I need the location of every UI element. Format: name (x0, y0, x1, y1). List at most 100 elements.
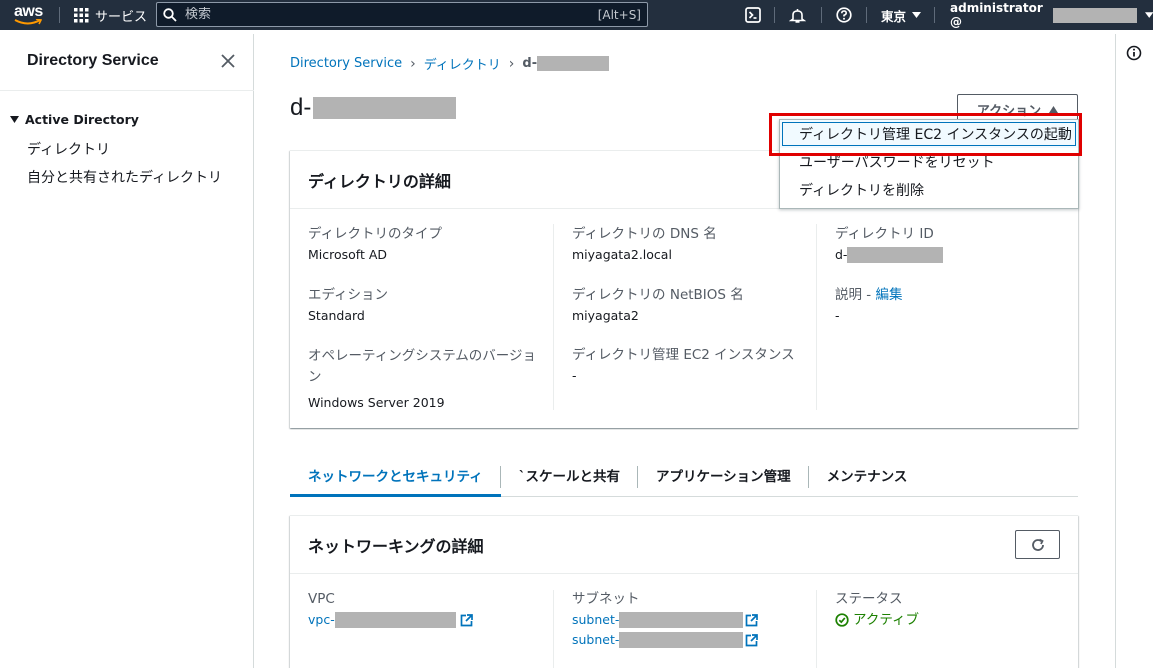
refresh-button[interactable] (1015, 530, 1060, 559)
networking-column-subnets: サブネット subnet- subnet- (572, 590, 817, 649)
info-icon[interactable] (1126, 45, 1142, 61)
status-badge: アクティブ (835, 611, 1080, 629)
grid-icon (74, 7, 89, 22)
external-link-icon (746, 633, 759, 646)
search-input[interactable] (185, 7, 598, 22)
ec2-instance-value: - (572, 368, 577, 383)
netbios-name-label: ディレクトリの NetBIOS 名 (572, 287, 744, 303)
account-menu[interactable]: administrator @ (950, 0, 1153, 30)
top-navigation-bar: aws サービス [Alt+S] 東京 administrator @ (0, 0, 1153, 30)
caret-down-icon (10, 116, 19, 123)
networking-column-vpc: VPC vpc- (308, 590, 553, 629)
services-label: サービス (95, 9, 148, 25)
chevron-right-icon: › (508, 55, 515, 72)
dns-name-value: miyagata2.local (572, 247, 672, 262)
tab-maintenance[interactable]: メンテナンス (809, 454, 926, 497)
networking-details-title: ネットワーキングの詳細 (308, 536, 484, 556)
vpc-prefix: vpc- (308, 612, 335, 627)
caret-down-icon (912, 12, 922, 18)
sidebar-title[interactable]: Directory Service (27, 52, 159, 70)
aws-logo[interactable]: aws (14, 0, 43, 30)
edition-value: Standard (308, 308, 365, 323)
breadcrumb: Directory Service › ディレクトリ › d- (290, 54, 610, 73)
side-navigation: Directory Service Active Directory ディレクト… (0, 34, 254, 668)
tab-app-management-label: アプリケーション管理 (655, 469, 791, 485)
subnet-link-1[interactable]: subnet- (572, 611, 817, 629)
vpc-link[interactable]: vpc- (308, 611, 553, 629)
search-icon (163, 7, 177, 22)
vpc-label: VPC (308, 591, 335, 607)
redacted-directory-id (537, 56, 610, 71)
tab-maintenance-label: メンテナンス (826, 469, 908, 485)
directory-type-label: ディレクトリのタイプ (308, 226, 443, 242)
chevron-right-icon: › (410, 55, 416, 72)
external-link-icon (746, 613, 759, 626)
search-box[interactable]: [Alt+S] (156, 2, 648, 27)
sidebar-section-label: Active Directory (25, 112, 139, 127)
caret-up-icon (1049, 105, 1059, 113)
breadcrumb-current-prefix: d- (522, 56, 538, 71)
redacted-subnet-id (619, 632, 744, 648)
bell-icon (789, 8, 806, 23)
networking-details-card: ネットワーキングの詳細 VPC vpc- サブネット subnet- subne… (290, 515, 1078, 668)
tab-scale-sharing-label: `スケールと共有 (518, 469, 620, 485)
refresh-icon (1031, 538, 1044, 551)
external-link-icon (460, 613, 473, 626)
tab-app-management[interactable]: アプリケーション管理 (638, 454, 809, 497)
page-title: d- (290, 94, 457, 122)
sidebar-section-active-directory[interactable]: Active Directory (10, 112, 139, 127)
services-menu-button[interactable]: サービス (74, 0, 147, 30)
netbios-name-value: miyagata2 (572, 308, 639, 323)
sidebar-item-directories[interactable]: ディレクトリ (27, 139, 110, 159)
menu-item-delete-directory[interactable]: ディレクトリを削除 (780, 176, 1078, 204)
breadcrumb-current: d- (522, 56, 610, 71)
subnet-prefix-1: subnet- (572, 612, 620, 627)
networking-column-status: ステータス アクティブ (835, 590, 1080, 629)
directory-details-title: ディレクトリの詳細 (308, 171, 451, 191)
right-tools-rail (1115, 34, 1153, 668)
subnet-label: サブネット (572, 591, 640, 607)
status-value: アクティブ (853, 612, 920, 628)
subnet-link-2[interactable]: subnet- (572, 631, 817, 649)
page-title-prefix: d- (290, 94, 312, 121)
caret-down-icon (1144, 12, 1153, 18)
description-value: - (835, 308, 840, 323)
highlight-annotation-box (769, 113, 1082, 156)
os-version-label: オペレーティングシステムのバージョン (308, 348, 537, 385)
subnet-prefix-2: subnet- (572, 632, 620, 647)
os-version-value: Windows Server 2019 (308, 395, 445, 410)
dns-name-label: ディレクトリの DNS 名 (572, 226, 717, 242)
tab-bar: ネットワークとセキュリティ `スケールと共有 アプリケーション管理 メンテナンス (290, 454, 1078, 497)
aws-logo-text: aws (14, 2, 43, 20)
help-icon (836, 7, 852, 23)
edition-label: エディション (308, 287, 389, 303)
redacted-directory-id (313, 97, 457, 119)
sidebar-item-shared-directories[interactable]: 自分と共有されたディレクトリ (27, 167, 222, 187)
cloudshell-icon (745, 7, 761, 23)
redacted-account-id (1053, 7, 1137, 23)
description-label: 説明 - (835, 287, 876, 303)
region-selector[interactable]: 東京 (881, 0, 922, 30)
region-label: 東京 (881, 8, 907, 24)
directory-id-label: ディレクトリ ID (835, 226, 934, 242)
ec2-instance-label: ディレクトリ管理 EC2 インスタンス (572, 347, 795, 363)
tab-network-security[interactable]: ネットワークとセキュリティ (290, 454, 501, 497)
notifications-button[interactable] (789, 0, 806, 30)
aws-smile-icon (14, 18, 43, 24)
redacted-subnet-id (619, 612, 744, 628)
search-shortcut-hint: [Alt+S] (597, 7, 641, 22)
directory-type-value: Microsoft AD (308, 247, 388, 262)
account-name: administrator @ (950, 1, 1043, 29)
breadcrumb-directory-service[interactable]: Directory Service (290, 56, 402, 71)
cloudshell-button[interactable] (745, 0, 761, 30)
redacted-vpc-id (334, 612, 456, 628)
directory-id-prefix: d- (835, 247, 848, 262)
redacted-directory-id (847, 247, 944, 263)
tab-network-security-label: ネットワークとセキュリティ (308, 469, 483, 485)
success-check-icon (835, 613, 849, 627)
close-icon[interactable] (219, 52, 237, 70)
breadcrumb-directories[interactable]: ディレクトリ (424, 54, 501, 73)
edit-description-link[interactable]: 編集 (875, 287, 902, 303)
tab-scale-sharing[interactable]: `スケールと共有 (501, 454, 638, 497)
help-button[interactable] (836, 0, 852, 30)
